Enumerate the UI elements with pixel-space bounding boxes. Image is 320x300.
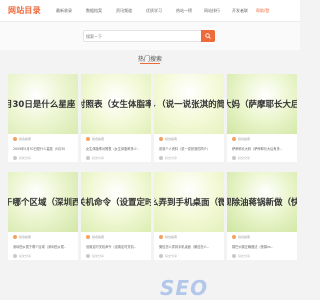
card-description[interactable]: 女生体脂率对照表（女生体脂率多少..: [81, 144, 151, 154]
card-author: 好文分享: [92, 156, 105, 160]
card-thumbnail-title: 关机命令（设置定时关: [81, 198, 151, 208]
card-author: 好文分享: [238, 254, 251, 258]
card-thumbnail: 关机命令（设置定时关: [81, 172, 151, 232]
card-meta: 综合指南: [81, 232, 151, 242]
card-author: 好文分享: [92, 254, 105, 258]
card-category: 综合指南: [92, 235, 105, 239]
card-footer: 好文分享: [154, 154, 224, 162]
card-thumbnail: 对照表（女生体脂率多: [81, 74, 151, 134]
article-card[interactable]: 视除油蒋锅新做（快起vs 综合指南 锅巴炒锅正确做法（快锅vs.. 好文分享: [227, 172, 297, 260]
card-description[interactable]: 深圳西乡属于哪个区域（深圳西乡属..: [8, 242, 78, 252]
category-icon: [13, 137, 17, 141]
card-category: 综合指南: [19, 137, 32, 141]
nav-item-archive[interactable]: 数据档案: [86, 8, 102, 14]
article-card[interactable]: 于哪个区域（深圳西乡 综合指南 深圳西乡属于哪个区域（深圳西乡属.. 好文分享: [8, 172, 78, 260]
card-description[interactable]: 2009年5月30日是什么星座（5月30: [8, 144, 78, 154]
category-icon: [232, 137, 236, 141]
seo-watermark: SEO: [160, 276, 209, 300]
card-author: 好文分享: [165, 156, 178, 160]
login-link[interactable]: 帮助/登: [256, 8, 269, 14]
card-category: 综合指南: [238, 137, 251, 141]
card-footer: 好文分享: [81, 252, 151, 260]
section-title: 热门搜索: [137, 56, 162, 63]
search-button[interactable]: [201, 30, 215, 42]
category-icon: [159, 235, 163, 239]
card-description[interactable]: 锅巴炒锅正确做法（快锅vs..: [227, 242, 297, 252]
card-description[interactable]: 设置定时关机命令（设置定时关机..: [81, 242, 151, 252]
article-card[interactable]: 对照表（女生体脂率多 综合指南 女生体脂率对照表（女生体脂率多少.. 好文分享: [81, 74, 151, 162]
card-description[interactable]: 微信怎么弄到手机桌面（微信怎么..: [154, 242, 224, 252]
card-author: 好文分享: [238, 156, 251, 160]
category-icon: [86, 235, 90, 239]
card-thumbnail-title: 月30日是什么星座（5月: [8, 100, 78, 110]
nav-item-ranking[interactable]: 网站排行: [204, 8, 220, 14]
card-category: 综合指南: [238, 235, 251, 239]
card-author: 好文分享: [19, 156, 32, 160]
card-author: 好文分享: [165, 254, 178, 258]
article-card[interactable]: 大妈（萨摩耶长大后自 综合指南 萨摩耶长大妈（萨摩耶长大后有多.. 好文分享: [227, 74, 297, 162]
category-icon: [13, 235, 17, 239]
title-underline: [140, 63, 160, 64]
author-avatar-icon: [159, 254, 163, 258]
search-input[interactable]: [86, 33, 186, 39]
author-avatar-icon: [232, 254, 236, 258]
card-description[interactable]: 萨摩耶长大妈（萨摩耶长大后有多..: [227, 144, 297, 154]
card-footer: 好文分享: [227, 252, 297, 260]
card-thumbnail: ↓（说一说张淇的简介: [154, 74, 224, 134]
author-avatar-icon: [232, 156, 236, 160]
card-meta: 综合指南: [8, 232, 78, 242]
card-thumbnail-title: 么弄到手机桌面（微信: [154, 198, 224, 208]
nav-item-learning[interactable]: 优质学习: [146, 8, 162, 14]
search-icon: [205, 33, 211, 39]
card-footer: 好文分享: [227, 154, 297, 162]
card-thumbnail-title: 大妈（萨摩耶长大后自: [227, 100, 297, 110]
nav-item-news[interactable]: 资讯频道: [116, 8, 132, 14]
card-category: 综合指南: [165, 137, 178, 141]
card-thumbnail-title: ↓（说一说张淇的简介: [154, 100, 224, 110]
nav-item-latest[interactable]: 最新收录: [56, 8, 72, 14]
card-thumbnail-title: 对照表（女生体脂率多: [81, 100, 151, 110]
category-icon: [86, 137, 90, 141]
author-avatar-icon: [86, 254, 90, 258]
card-description[interactable]: 张淇个人资料（说一说张淇的简介）: [154, 144, 224, 154]
card-thumbnail: 么弄到手机桌面（微信: [154, 172, 224, 232]
category-icon: [232, 235, 236, 239]
article-card[interactable]: 关机命令（设置定时关 综合指南 设置定时关机命令（设置定时关机.. 好文分享: [81, 172, 151, 260]
card-thumbnail: 月30日是什么星座（5月: [8, 74, 78, 134]
nav-item-developer[interactable]: 开发者联: [232, 8, 248, 14]
article-card[interactable]: ↓（说一说张淇的简介 综合指南 张淇个人资料（说一说张淇的简介） 好文分享: [154, 74, 224, 162]
card-thumbnail: 大妈（萨摩耶长大后自: [227, 74, 297, 134]
author-avatar-icon: [13, 156, 17, 160]
card-category: 综合指南: [92, 137, 105, 141]
author-avatar-icon: [13, 254, 17, 258]
card-meta: 综合指南: [227, 134, 297, 144]
card-author: 好文分享: [19, 254, 32, 258]
site-logo[interactable]: 网站目录: [8, 5, 41, 16]
card-category: 综合指南: [165, 235, 178, 239]
article-card[interactable]: 月30日是什么星座（5月 综合指南 2009年5月30日是什么星座（5月30 好…: [8, 74, 78, 162]
card-meta: 综合指南: [8, 134, 78, 144]
card-meta: 综合指南: [81, 134, 151, 144]
card-footer: 好文分享: [8, 252, 78, 260]
article-card[interactable]: 么弄到手机桌面（微信 综合指南 微信怎么弄到手机桌面（微信怎么.. 好文分享: [154, 172, 224, 260]
card-meta: 综合指南: [154, 134, 224, 144]
nav-item-hot-sites[interactable]: 热站一榜: [176, 8, 192, 14]
category-icon: [159, 137, 163, 141]
card-meta: 综合指南: [154, 232, 224, 242]
author-avatar-icon: [159, 156, 163, 160]
top-navigation-bar: 网站目录 最新收录 数据档案 资讯频道 优质学习 热站一榜 网站排行 开发者联 …: [0, 0, 300, 22]
card-meta: 综合指南: [227, 232, 297, 242]
card-thumbnail: 视除油蒋锅新做（快起vs: [227, 172, 297, 232]
card-category: 综合指南: [19, 235, 32, 239]
card-footer: 好文分享: [8, 154, 78, 162]
card-thumbnail-title: 于哪个区域（深圳西乡: [8, 198, 78, 208]
card-thumbnail-title: 视除油蒋锅新做（快起vs: [227, 198, 297, 208]
author-avatar-icon: [86, 156, 90, 160]
card-footer: 好文分享: [154, 252, 224, 260]
card-footer: 好文分享: [81, 154, 151, 162]
card-thumbnail: 于哪个区域（深圳西乡: [8, 172, 78, 232]
